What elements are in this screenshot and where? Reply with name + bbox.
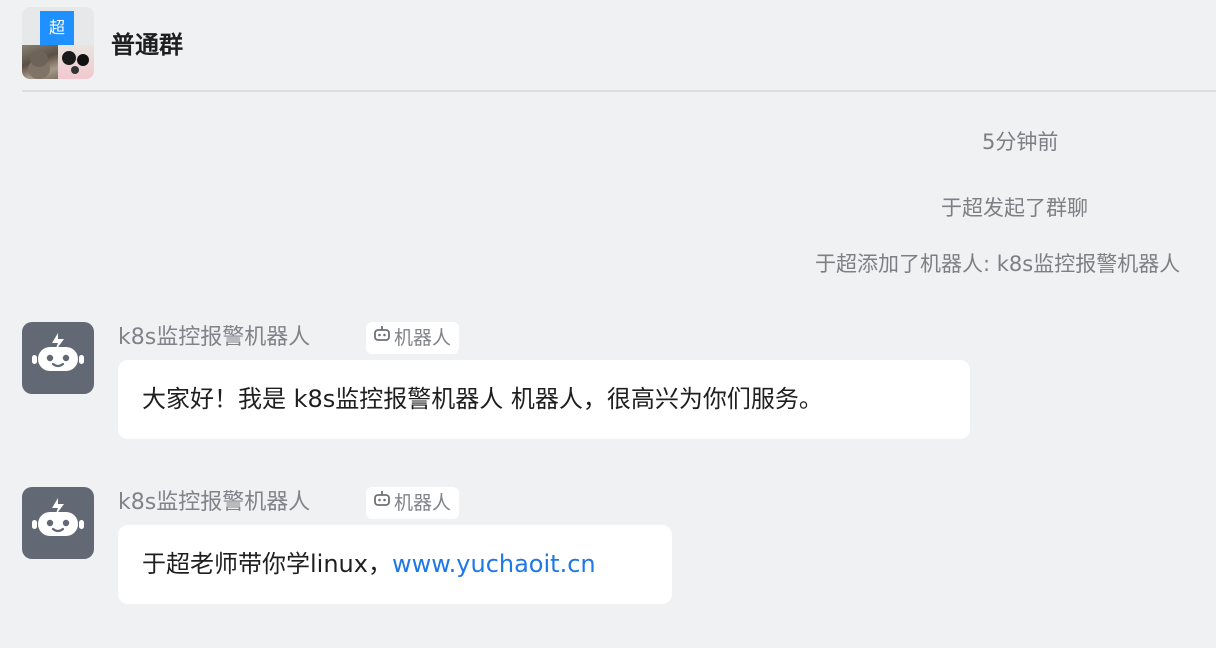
group-title[interactable]: 普通群: [111, 28, 183, 62]
system-message-group-created: 于超发起了群聊: [941, 196, 1088, 220]
bot-tag-label: 机器人: [394, 492, 452, 514]
robot-icon[interactable]: [22, 322, 94, 394]
system-message-bot-added: 于超添加了机器人: k8s监控报警机器人: [815, 252, 1181, 276]
group-avatar[interactable]: 超: [22, 7, 94, 79]
bot-tag: 机器人: [366, 321, 460, 354]
sender-name[interactable]: k8s监控报警机器人: [118, 487, 310, 519]
message-bubble[interactable]: 于超老师带你学linux，www.yuchaoit.cn: [118, 525, 672, 604]
member-photo-cat: [22, 45, 58, 79]
robot-icon[interactable]: [22, 487, 94, 559]
robot-tag-icon: [372, 321, 392, 353]
message-bubble[interactable]: 大家好！我是 k8s监控报警机器人 机器人，很高兴为你们服务。: [118, 360, 970, 439]
chat-header: 超 普通群: [22, 0, 1216, 92]
super-badge: 超: [40, 11, 74, 45]
sender-name[interactable]: k8s监控报警机器人: [118, 322, 310, 354]
member-photo-dogs: [58, 45, 94, 79]
message-text: 于超老师带你学linux，: [142, 550, 392, 578]
message-link[interactable]: www.yuchaoit.cn: [392, 550, 596, 578]
bot-tag: 机器人: [366, 486, 460, 519]
time-divider: 5分钟前: [982, 130, 1059, 154]
bot-tag-label: 机器人: [394, 327, 452, 349]
robot-tag-icon: [372, 486, 392, 518]
message-text: 大家好！我是 k8s监控报警机器人 机器人，很高兴为你们服务。: [142, 385, 823, 413]
